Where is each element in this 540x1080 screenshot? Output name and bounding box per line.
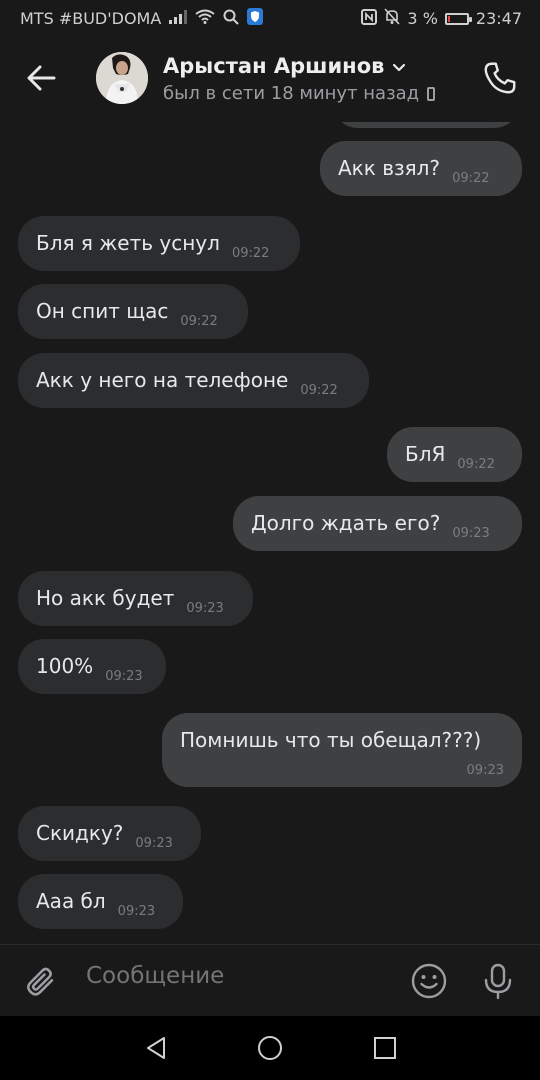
- message-time: 09:22: [180, 314, 218, 329]
- message-bubble-outgoing[interactable]: Помнишь что ты обещал???) 09:23: [162, 713, 522, 787]
- message-text: Но акк будет: [36, 586, 175, 610]
- message-time: 09:23: [466, 763, 504, 778]
- microphone-icon[interactable]: [480, 962, 516, 1000]
- nfc-icon: [361, 8, 378, 29]
- nav-back-icon[interactable]: [142, 1034, 170, 1062]
- message-time: 09:23: [452, 526, 490, 541]
- message-bubble-incoming[interactable]: 100% 09:23: [18, 639, 166, 694]
- chevron-down-icon[interactable]: [392, 54, 406, 78]
- message-text: Скидку?: [36, 821, 124, 845]
- last-seen-label: был в сети 18 минут назад: [163, 83, 420, 104]
- previous-message-bubble[interactable]: [332, 122, 520, 128]
- message-time: 09:22: [300, 383, 338, 398]
- message-text: Ааа бл: [36, 889, 106, 913]
- battery-percent: 3 %: [407, 9, 438, 28]
- contact-name[interactable]: Арыстан Аршинов: [163, 54, 463, 78]
- message-text: Бля я жеть уснул: [36, 231, 220, 255]
- message-time: 09:23: [135, 836, 173, 851]
- clock: 23:47: [475, 9, 522, 28]
- carrier-label: MTS #BUD'DOMA: [20, 9, 162, 28]
- message-bubble-outgoing[interactable]: Акк взял? 09:22: [320, 141, 522, 196]
- message-bubble-incoming[interactable]: Он спит щас 09:22: [18, 284, 248, 339]
- message-text: Акк у него на телефоне: [36, 368, 289, 392]
- message-bubble-incoming[interactable]: Но акк будет 09:23: [18, 571, 253, 626]
- battery-level-fill: [447, 15, 450, 22]
- phone-icon[interactable]: [482, 60, 518, 96]
- paperclip-icon[interactable]: [22, 963, 58, 999]
- message-time: 09:23: [186, 601, 224, 616]
- message-bubble-outgoing[interactable]: Долго ждать его? 09:23: [233, 496, 522, 551]
- message-text: Он спит щас: [36, 299, 169, 323]
- message-bubble-incoming[interactable]: Бля я жеть уснул 09:22: [18, 216, 300, 271]
- nav-recents-icon[interactable]: [371, 1034, 399, 1062]
- message-text: Помнишь что ты обещал???): [180, 728, 482, 752]
- message-time: 09:23: [105, 669, 143, 684]
- message-text: Акк взял?: [338, 156, 441, 180]
- message-text: БлЯ: [405, 442, 446, 466]
- message-time: 09:22: [231, 246, 270, 261]
- contact-info[interactable]: Арыстан Аршинов был в сети 18 минут наза…: [163, 54, 463, 104]
- mobile-device-icon: [427, 86, 436, 101]
- back-arrow-icon[interactable]: [24, 60, 60, 96]
- search-icon: [223, 9, 240, 29]
- battery-icon: [444, 12, 472, 25]
- wifi-icon: [195, 9, 215, 28]
- shield-icon: [247, 8, 264, 29]
- message-time: 09:22: [452, 171, 490, 186]
- message-bubble-incoming[interactable]: Ааа бл 09:23: [18, 874, 183, 929]
- message-composer: [0, 944, 540, 1016]
- message-list[interactable]: Акк взял? 09:22 Бля я жеть уснул 09:22 Он …: [0, 122, 540, 944]
- message-bubble-incoming[interactable]: Акк у него на телефоне 09:22: [18, 353, 369, 408]
- message-time: 09:22: [457, 457, 495, 472]
- message-text: Долго ждать его?: [251, 511, 441, 535]
- nav-home-icon[interactable]: [256, 1034, 284, 1062]
- mute-icon: [384, 8, 401, 29]
- system-nav-bar: [0, 1016, 540, 1080]
- message-input[interactable]: [86, 963, 386, 989]
- status-bar: MTS #BUD'DOMA 3 % 23:47: [0, 0, 540, 36]
- emoji-icon[interactable]: [410, 962, 448, 1000]
- message-text: 100%: [36, 654, 94, 678]
- message-bubble-incoming[interactable]: Скидку? 09:23: [18, 806, 201, 861]
- chat-header: Арыстан Аршинов был в сети 18 минут наза…: [0, 36, 540, 122]
- avatar[interactable]: [96, 52, 148, 104]
- message-bubble-outgoing[interactable]: БлЯ 09:22: [387, 427, 522, 482]
- message-time: 09:23: [117, 904, 156, 919]
- contact-status: был в сети 18 минут назад: [163, 83, 463, 104]
- signal-icon: [169, 9, 188, 28]
- contact-name-label: Арыстан Аршинов: [163, 54, 385, 78]
